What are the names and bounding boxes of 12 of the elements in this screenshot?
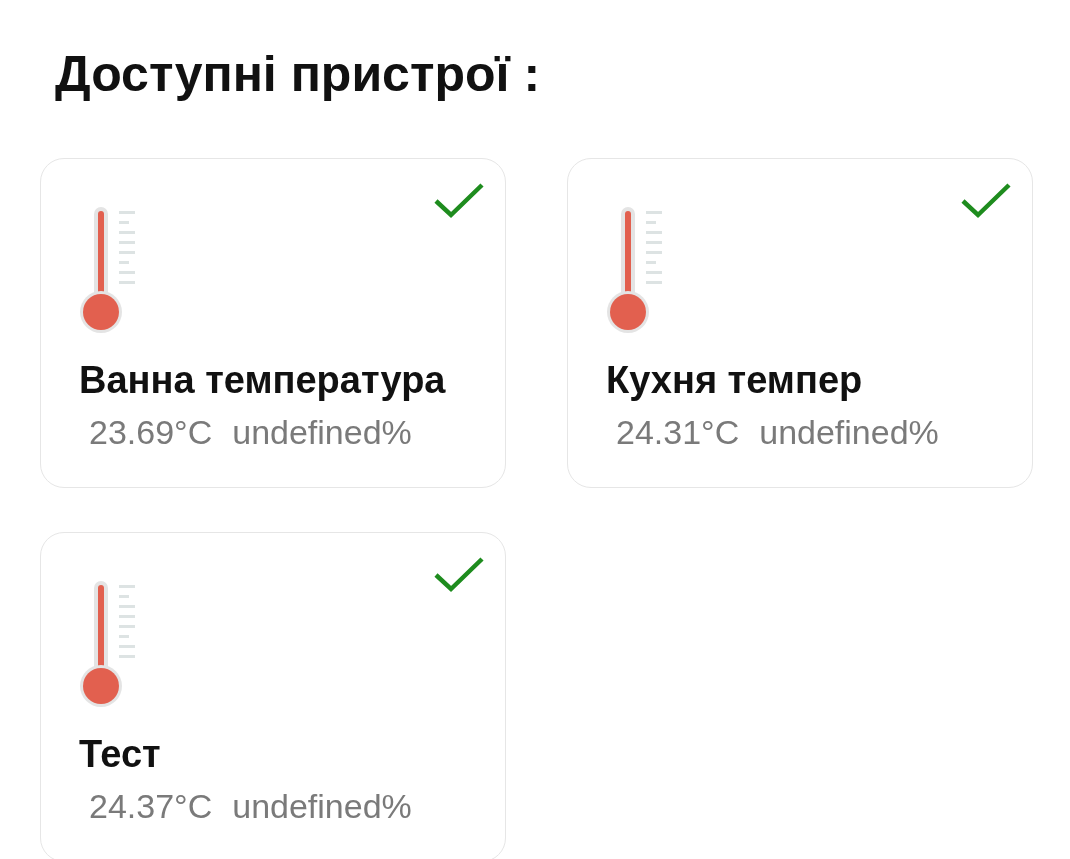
device-name: Тест: [79, 732, 162, 777]
temperature-reading: 24.31°C: [616, 412, 740, 453]
page-title: Доступні пристрої :: [55, 45, 542, 104]
humidity-reading: undefined%: [759, 412, 939, 453]
device-card[interactable]: Ванна температура 23.69°C undefined%: [40, 158, 506, 488]
device-name: Ванна температура: [79, 358, 447, 403]
device-name: Кухня темпер: [606, 358, 864, 403]
temperature-reading: 23.69°C: [89, 412, 213, 453]
temperature-reading: 24.37°C: [89, 786, 213, 827]
humidity-reading: undefined%: [232, 412, 412, 453]
device-card[interactable]: Кухня темпер 24.31°C undefined%: [567, 158, 1033, 488]
humidity-reading: undefined%: [232, 786, 412, 827]
